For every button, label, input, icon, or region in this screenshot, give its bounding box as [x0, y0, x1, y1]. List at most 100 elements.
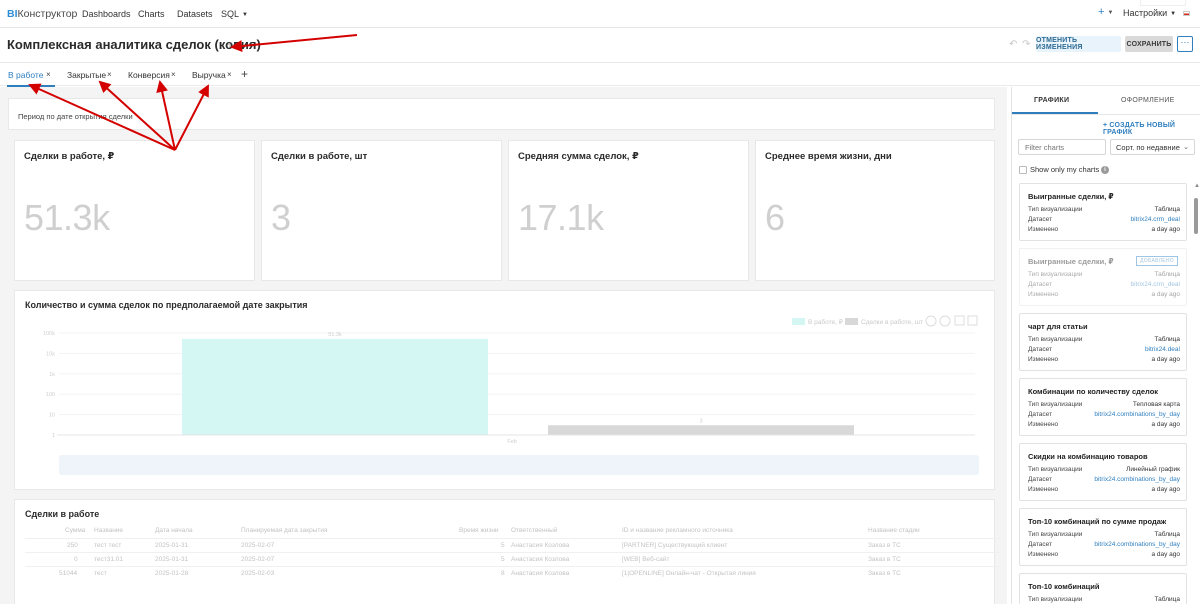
chevron-down-icon: ⌄	[1183, 144, 1189, 151]
chart-card-row-value[interactable]: bitrix24.crm_deal	[1131, 281, 1181, 288]
chart-card-row-value[interactable]: bitrix24.combinations_by_day	[1094, 476, 1180, 483]
chart-card-row-value[interactable]: bitrix24.combinations_by_day	[1094, 411, 1180, 418]
chart-card-row: Тип визуализации Линейный график	[1028, 466, 1180, 473]
column-header[interactable]: Ответственный	[511, 527, 557, 534]
zoom-out-icon[interactable]	[939, 315, 951, 327]
close-icon[interactable]: ×	[107, 70, 112, 79]
add-tab-plus-icon[interactable]: +	[241, 67, 248, 81]
tab-revenue[interactable]: Выручка	[192, 70, 226, 80]
bar-data-label: 51.3k	[328, 332, 342, 338]
info-icon[interactable]: i	[1101, 166, 1109, 174]
chart-card-row-label: Изменено	[1028, 356, 1059, 363]
chart-card[interactable]: Топ-10 комбинаций по сумме продаж Тип виз…	[1019, 508, 1187, 566]
chart-card[interactable]: чарт для статьи Тип визуализации Таблица Да…	[1019, 313, 1187, 371]
kpi-value: 3	[271, 197, 291, 238]
panel-tab-charts[interactable]: ГРАФИКИ	[1034, 97, 1069, 104]
chart-card-row-value[interactable]: bitrix24.combinations_by_day	[1094, 541, 1180, 548]
table-row[interactable]: 250 тест тест 2025-01-31 2025-02-07 5 Ан…	[25, 538, 1000, 552]
kpi-widget[interactable]: Среднее время жизни, дни 6	[755, 140, 995, 281]
deals-table-widget[interactable]: Сделки в работе Сумма Название Дата нача…	[14, 499, 1000, 604]
chart-card-title: чарт для статьи	[1028, 322, 1088, 331]
cell-owner: Анастасия Козлова	[511, 570, 570, 577]
kpi-widget[interactable]: Сделки в работе, шт 3	[261, 140, 502, 281]
more-options-button[interactable]: ···	[1177, 36, 1193, 52]
column-header[interactable]: Название	[94, 527, 123, 534]
chart-card-row: Изменено a day ago	[1028, 291, 1180, 298]
chart-card-row-label: Датасет	[1028, 216, 1053, 223]
column-header[interactable]: Сумма	[65, 527, 85, 534]
column-header[interactable]: Время жизни	[459, 527, 499, 534]
chart-range-navigator[interactable]	[59, 455, 979, 475]
kpi-value: 6	[765, 197, 785, 238]
tab-in-work[interactable]: В работе	[8, 70, 43, 80]
logo-text: Конструктор	[17, 8, 78, 20]
cell-start-date: 2025-01-31	[155, 542, 189, 549]
download-icon[interactable]	[967, 315, 978, 326]
show-only-mine-label[interactable]: Show only my charts	[1030, 165, 1099, 174]
save-button[interactable]: СОХРАНИТЬ	[1125, 36, 1173, 52]
chart-card[interactable]: Выигранные сделки, ₽ Тип визуализации Табл…	[1019, 183, 1187, 241]
nav-charts[interactable]: Charts	[138, 9, 165, 19]
kpi-widget[interactable]: Средняя сумма сделок, ₽ 17.1k	[508, 140, 749, 281]
panel-tabs-divider	[1012, 114, 1200, 115]
cell-lifetime: 8	[501, 570, 505, 577]
chart-card[interactable]: Скидки на комбинацию товаров Тип визуализ…	[1019, 443, 1187, 501]
language-flag-icon[interactable]	[1183, 11, 1190, 16]
y-tick-label: 1k	[49, 372, 55, 378]
tab-conversion[interactable]: Конверсия	[128, 70, 170, 80]
favorite-star-icon[interactable]: ☆	[227, 40, 235, 51]
fullscreen-icon[interactable]	[954, 315, 965, 326]
cell-lifetime: 5	[501, 556, 505, 563]
close-icon[interactable]: ×	[171, 70, 176, 79]
app-logo[interactable]: BIКонструктор	[7, 8, 77, 20]
add-menu-button[interactable]: + ▼	[1098, 6, 1113, 18]
nav-dashboards[interactable]: Dashboards	[82, 9, 131, 19]
chart-card-row-value: a day ago	[1151, 421, 1180, 428]
period-filter-widget[interactable]: Период по дате открытия сделки	[8, 98, 995, 130]
deals-chart-widget[interactable]: Количество и сумма сделок по предполагае…	[14, 290, 995, 490]
chart-card-row-value[interactable]: bitrix24.deal	[1145, 346, 1180, 353]
column-header[interactable]: Дата начала	[155, 527, 193, 534]
redo-icon[interactable]: ↷	[1022, 39, 1030, 50]
chart-card-row: Тип визуализации Тепловая карта	[1028, 401, 1180, 408]
bar[interactable]	[182, 338, 488, 435]
x-tick-label: Feb	[507, 439, 516, 445]
sort-select[interactable]: Сорт. по недавние ⌄	[1110, 139, 1195, 155]
nav-datasets[interactable]: Datasets	[177, 9, 213, 19]
chart-card[interactable]: Комбинации по количеству сделок Тип визуа…	[1019, 378, 1187, 436]
settings-menu[interactable]: Настройки ▼	[1123, 8, 1176, 18]
legend-label-secondary[interactable]: Сделки в работе, шт	[861, 318, 923, 326]
chart-card[interactable]: Топ-10 комбинаций Тип визуализации Таблица	[1019, 573, 1187, 604]
kpi-widget[interactable]: Сделки в работе, ₽ 51.3k	[14, 140, 255, 281]
close-icon[interactable]: ×	[46, 70, 51, 79]
legend-label-primary[interactable]: В работе, ₽	[808, 318, 844, 326]
bar[interactable]	[548, 425, 854, 435]
tab-closed[interactable]: Закрытые	[67, 70, 106, 80]
table-row[interactable]: 0 тест31.01 2025-01-31 2025-02-07 5 Анас…	[25, 552, 1000, 566]
chart-card-row-label: Тип визуализации	[1028, 531, 1083, 538]
y-tick-label: 1	[52, 433, 55, 439]
table-row[interactable]: 51044 тест 2025-01-28 2025-02-03 8 Анаст…	[25, 566, 1000, 580]
panel-scrollbar[interactable]	[1194, 198, 1198, 234]
chart-card-row-value: a day ago	[1151, 226, 1180, 233]
zoom-in-icon[interactable]	[925, 315, 937, 327]
show-only-mine-checkbox[interactable]	[1019, 166, 1027, 174]
create-chart-button[interactable]: + СОЗДАТЬ НОВЫЙ ГРАФИК	[1103, 122, 1200, 136]
cell-source: [PARTNER] Существующий клиент	[622, 542, 728, 549]
added-badge: ДОБАВЛЕНО	[1136, 256, 1178, 266]
cancel-changes-button[interactable]: ОТМЕНИТЬ ИЗМЕНЕНИЯ	[1036, 36, 1121, 52]
sort-select-label: Сорт. по недавние	[1116, 143, 1180, 152]
column-header[interactable]: ID и название рекламного источника	[622, 527, 733, 534]
close-icon[interactable]: ×	[227, 70, 232, 79]
column-header[interactable]: Название стадии	[868, 527, 920, 534]
undo-icon[interactable]: ↶	[1009, 39, 1017, 50]
filter-charts-input[interactable]	[1018, 139, 1106, 155]
chart-card[interactable]: Выигранные сделки, ₽ ДОБАВЛЕНО Тип визуали…	[1019, 248, 1187, 306]
chart-card-row-value[interactable]: bitrix24.crm_deal	[1131, 216, 1181, 223]
column-header[interactable]: Планируемая дата закрытия	[241, 527, 328, 534]
scroll-up-arrow-icon[interactable]: ▲	[1194, 183, 1200, 189]
kpi-value: 17.1k	[518, 197, 604, 238]
kpi-title: Сделки в работе, ₽	[24, 151, 115, 162]
nav-sql[interactable]: SQL ▼	[221, 9, 248, 19]
panel-tab-design[interactable]: ОФОРМЛЕНИЕ	[1121, 97, 1175, 104]
